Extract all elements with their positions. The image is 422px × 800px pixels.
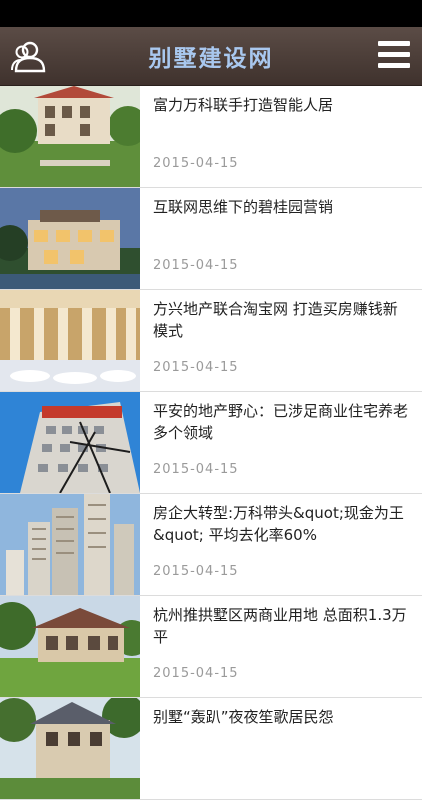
- page-title: 别墅建设网: [148, 46, 274, 72]
- news-title: 房企大转型:万科带头&quot;现金为王&quot; 平均去化率60%: [153, 504, 404, 544]
- news-item[interactable]: 方兴地产联合淘宝网 打造买房赚钱新模式 2015-04-15: [0, 290, 422, 392]
- news-item[interactable]: 杭州推拱墅区两商业用地 总面积1.3万平 2015-04-15: [0, 596, 422, 698]
- news-title: 杭州推拱墅区两商业用地 总面积1.3万平: [153, 606, 407, 646]
- news-item[interactable]: 富力万科联手打造智能人居 2015-04-15: [0, 86, 422, 188]
- sales-hall-image: [0, 290, 140, 391]
- news-title: 平安的地产野心：已涉足商业住宅养老多个领域: [153, 402, 409, 442]
- villa-garden-image: [0, 86, 140, 187]
- news-item[interactable]: 别墅“轰趴”夜夜笙歌居民怨: [0, 698, 422, 800]
- news-date: 2015-04-15: [153, 564, 239, 579]
- villa-lawn-image: [0, 596, 140, 697]
- villa-trees-image: [0, 698, 140, 799]
- news-date: 2015-04-15: [153, 156, 239, 171]
- news-date: 2015-04-15: [153, 258, 239, 273]
- menu-button[interactable]: [378, 41, 410, 71]
- news-title: 互联网思维下的碧桂园营销: [153, 198, 334, 216]
- tower-construction-image: [0, 392, 140, 493]
- app-header: 别墅建设网: [0, 27, 422, 86]
- news-list: 富力万科联手打造智能人居 2015-04-15 互联网思维下的碧桂园营销 201…: [0, 86, 422, 800]
- news-title: 方兴地产联合淘宝网 打造买房赚钱新模式: [153, 300, 398, 340]
- news-item[interactable]: 平安的地产野心：已涉足商业住宅养老多个领域 2015-04-15: [0, 392, 422, 494]
- villa-dusk-image: [0, 188, 140, 289]
- menu-icon: [378, 41, 410, 68]
- news-item[interactable]: 互联网思维下的碧桂园营销 2015-04-15: [0, 188, 422, 290]
- news-date: 2015-04-15: [153, 462, 239, 477]
- news-title: 别墅“轰趴”夜夜笙歌居民怨: [153, 708, 334, 726]
- status-bar: [0, 0, 422, 27]
- high-rise-image: [0, 494, 140, 595]
- news-item[interactable]: 房企大转型:万科带头&quot;现金为王&quot; 平均去化率60% 2015…: [0, 494, 422, 596]
- news-title: 富力万科联手打造智能人居: [153, 96, 334, 114]
- news-date: 2015-04-15: [153, 666, 239, 681]
- news-date: 2015-04-15: [153, 360, 239, 375]
